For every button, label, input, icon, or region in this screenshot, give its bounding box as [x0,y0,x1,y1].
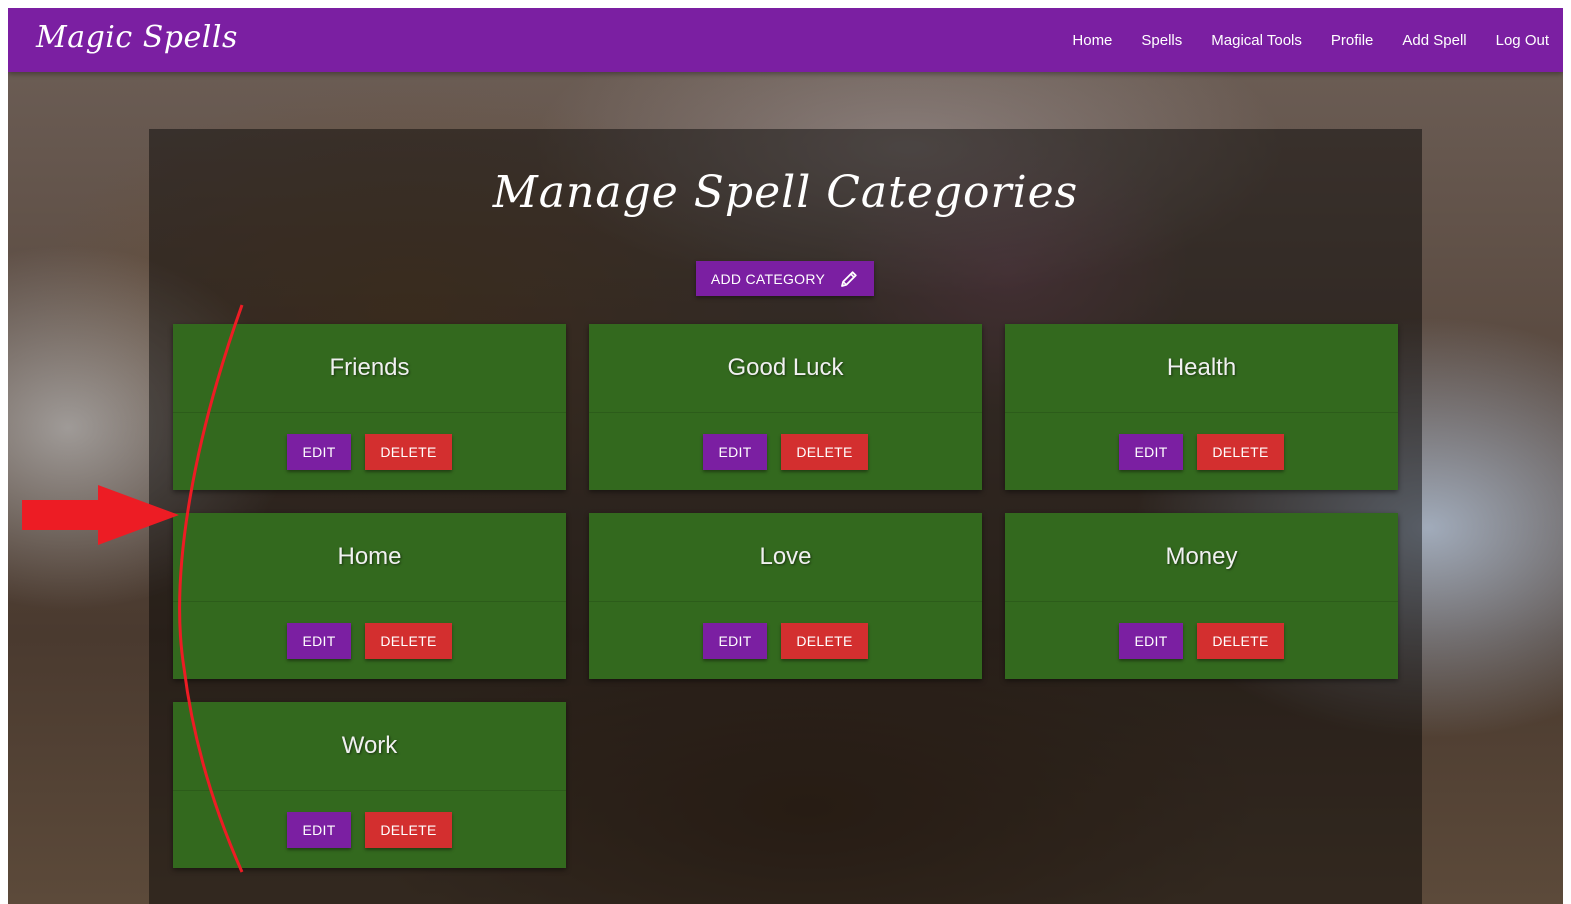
delete-button[interactable]: DELETE [781,622,868,659]
category-card: Money EDIT DELETE [1005,513,1398,679]
category-name: Work [173,702,566,791]
category-card: Work EDIT DELETE [173,702,566,868]
delete-button[interactable]: DELETE [365,811,452,848]
page-title: Manage Spell Categories [492,167,1079,218]
category-name: Money [1005,513,1398,602]
nav-links: Home Spells Magical Tools Profile Add Sp… [1043,8,1549,72]
edit-button[interactable]: EDIT [1119,433,1183,470]
card-actions: EDIT DELETE [173,602,566,679]
delete-button[interactable]: DELETE [1197,433,1284,470]
edit-button[interactable]: EDIT [287,622,351,659]
edit-button[interactable]: EDIT [287,811,351,848]
category-name: Home [173,513,566,602]
card-actions: EDIT DELETE [173,413,566,490]
pencil-icon [839,269,859,289]
page-frame: Magic Spells Home Spells Magical Tools P… [8,8,1563,904]
navbar: Magic Spells Home Spells Magical Tools P… [8,8,1563,72]
nav-link-log-out[interactable]: Log Out [1496,32,1549,49]
delete-button[interactable]: DELETE [365,433,452,470]
add-category-button[interactable]: ADD CATEGORY [696,261,874,296]
category-name: Health [1005,324,1398,413]
card-actions: EDIT DELETE [1005,602,1398,679]
delete-button[interactable]: DELETE [781,433,868,470]
edit-button[interactable]: EDIT [1119,622,1183,659]
edit-button[interactable]: EDIT [703,433,767,470]
edit-button[interactable]: EDIT [287,433,351,470]
category-card: Love EDIT DELETE [589,513,982,679]
edit-button[interactable]: EDIT [703,622,767,659]
add-category-label: ADD CATEGORY [710,270,826,287]
category-name: Love [589,513,982,602]
category-name: Good Luck [589,324,982,413]
category-card: Health EDIT DELETE [1005,324,1398,490]
nav-link-profile[interactable]: Profile [1331,32,1374,49]
category-name: Friends [173,324,566,413]
categories-panel: Manage Spell Categories ADD CATEGORY Fri… [149,129,1422,904]
nav-link-spells[interactable]: Spells [1141,32,1182,49]
nav-link-home[interactable]: Home [1072,32,1112,49]
nav-link-add-spell[interactable]: Add Spell [1402,32,1466,49]
nav-link-magical-tools[interactable]: Magical Tools [1211,32,1302,49]
delete-button[interactable]: DELETE [1197,622,1284,659]
card-actions: EDIT DELETE [589,413,982,490]
card-actions: EDIT DELETE [173,791,566,868]
card-actions: EDIT DELETE [1005,413,1398,490]
brand-logo[interactable]: Magic Spells [36,20,238,55]
delete-button[interactable]: DELETE [365,622,452,659]
card-actions: EDIT DELETE [589,602,982,679]
category-card: Home EDIT DELETE [173,513,566,679]
category-card: Friends EDIT DELETE [173,324,566,490]
category-card: Good Luck EDIT DELETE [589,324,982,490]
